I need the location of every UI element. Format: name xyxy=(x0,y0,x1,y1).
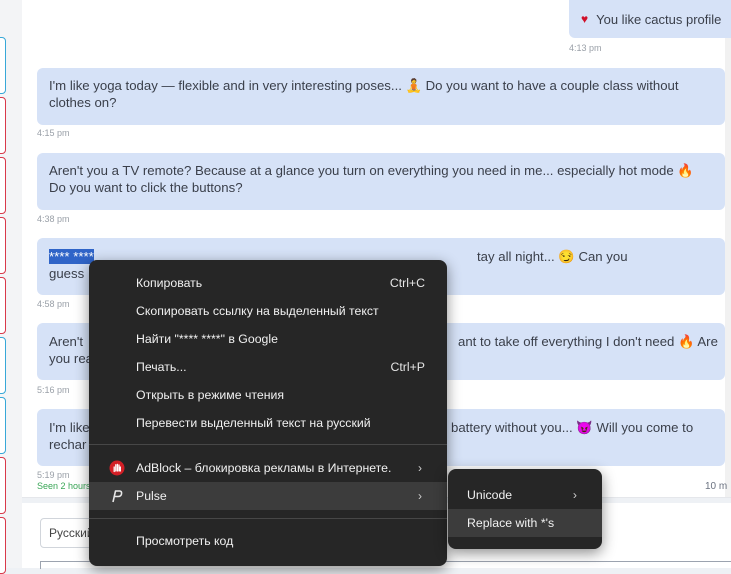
menu-item-print[interactable]: Печать... Ctrl+P xyxy=(89,353,447,381)
message-text: Aren't you a TV remote? Because at a gla… xyxy=(49,163,694,195)
menu-item-label: Перевести выделенный текст на русский xyxy=(136,416,371,430)
context-menu: Копировать Ctrl+C Скопировать ссылку на … xyxy=(89,260,447,566)
menu-item-label: Печать... xyxy=(136,360,187,374)
contact-card[interactable] xyxy=(0,37,6,94)
message-time: 4:58 pm xyxy=(37,299,70,309)
menu-item-label: Просмотреть код xyxy=(136,534,234,548)
contact-card[interactable] xyxy=(0,97,6,154)
message-text: I'm like yoga today — flexible and in ve… xyxy=(49,78,679,110)
outgoing-message-text: You like cactus profile xyxy=(596,11,722,27)
message-time: 4:13 pm xyxy=(569,43,602,53)
message-text: ant to take off everything I don't need … xyxy=(458,334,718,349)
message-text: you rea xyxy=(49,351,93,366)
pulse-submenu: Unicode › Replace with *'s xyxy=(448,469,602,549)
contact-card[interactable] xyxy=(0,397,6,454)
message-meta: 10 m xyxy=(705,481,728,492)
menu-item-label: Pulse xyxy=(136,489,167,503)
message-text: tay all night... 😏 Can you xyxy=(477,249,628,264)
menu-item-search-google[interactable]: Найти "**** ****" в Google xyxy=(89,325,447,353)
menu-item-translate[interactable]: Перевести выделенный текст на русский xyxy=(89,409,447,437)
menu-item-shortcut: Ctrl+P xyxy=(390,360,425,374)
menu-item-pulse[interactable]: Pulse › xyxy=(89,482,447,510)
chat-scrollbar[interactable] xyxy=(725,0,731,497)
menu-separator xyxy=(89,518,447,519)
menu-item-label: Копировать xyxy=(136,276,203,290)
submenu-item-replace-stars[interactable]: Replace with *'s xyxy=(448,509,602,537)
contact-card[interactable] xyxy=(0,457,6,514)
message-bubble: Aren't you a TV remote? Because at a gla… xyxy=(37,153,725,210)
contact-card[interactable] xyxy=(0,517,6,574)
message-time: 5:16 pm xyxy=(37,385,70,395)
seen-status: Seen 2 hours xyxy=(37,481,91,491)
contact-card[interactable] xyxy=(0,217,6,274)
message-time: 5:19 pm xyxy=(37,470,70,480)
heart-icon: ♥ xyxy=(581,12,589,26)
menu-item-label: Скопировать ссылку на выделенный текст xyxy=(136,304,379,318)
contact-card[interactable] xyxy=(0,277,6,334)
adblock-hand-icon xyxy=(109,460,125,476)
chevron-right-icon: › xyxy=(572,488,577,502)
message-text: I'm like xyxy=(49,420,90,435)
chevron-right-icon: › xyxy=(418,489,422,503)
menu-item-shortcut: Ctrl+C xyxy=(389,276,425,290)
message-time: 4:15 pm xyxy=(37,128,70,138)
menu-item-inspect[interactable]: Просмотреть код xyxy=(89,527,447,555)
pulse-p-icon xyxy=(109,488,125,504)
chevron-right-icon: › xyxy=(418,461,422,475)
menu-separator xyxy=(89,444,447,445)
menu-item-copy[interactable]: Копировать Ctrl+C xyxy=(89,269,447,297)
contact-card[interactable] xyxy=(0,337,6,394)
menu-item-copy-link[interactable]: Скопировать ссылку на выделенный текст xyxy=(89,297,447,325)
menu-item-adblock[interactable]: AdBlock – блокировка рекламы в Интернете… xyxy=(89,454,447,482)
selected-text[interactable]: **** **** xyxy=(49,249,94,264)
menu-item-label: Unicode xyxy=(467,488,513,502)
menu-item-label: Найти "**** ****" в Google xyxy=(136,332,278,346)
message-text: rechar xyxy=(49,437,87,452)
message-text: battery without you... 😈 Will you come t… xyxy=(451,420,694,435)
message-time: 4:38 pm xyxy=(37,214,70,224)
contact-card[interactable] xyxy=(0,157,6,214)
left-contact-strip xyxy=(0,0,22,574)
menu-item-label: AdBlock – блокировка рекламы в Интернете… xyxy=(136,461,392,475)
message-bubble: I'm like yoga today — flexible and in ve… xyxy=(37,68,725,125)
message-text: Aren't xyxy=(49,334,84,349)
outgoing-message: ♥ You like cactus profile xyxy=(569,0,731,38)
menu-item-label: Replace with *'s xyxy=(467,516,555,530)
menu-item-label: Открыть в режиме чтения xyxy=(136,388,285,402)
menu-item-reading-mode[interactable]: Открыть в режиме чтения xyxy=(89,381,447,409)
message-text: guess xyxy=(49,266,85,281)
submenu-item-unicode[interactable]: Unicode › xyxy=(448,481,602,509)
